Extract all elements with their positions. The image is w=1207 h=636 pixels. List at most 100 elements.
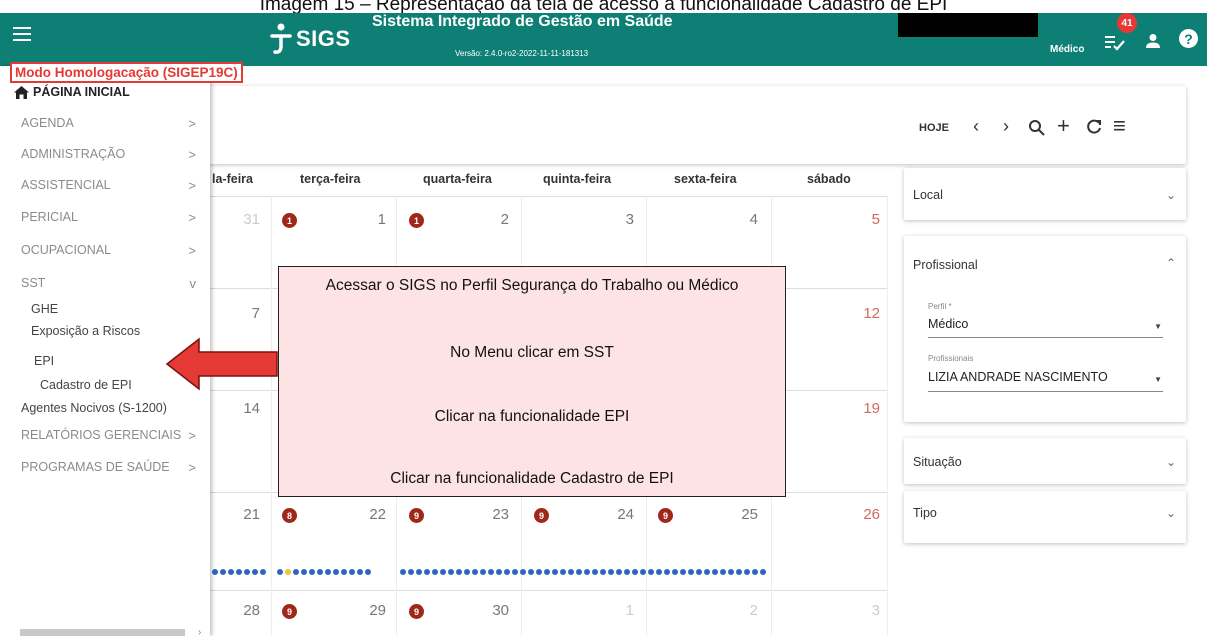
day-number[interactable]: 28 bbox=[240, 602, 260, 619]
event-dot bbox=[244, 569, 250, 575]
event-dot bbox=[400, 569, 406, 575]
day-number[interactable]: 12 bbox=[860, 305, 880, 322]
event-dot bbox=[544, 569, 550, 575]
sidebar-item-label: RELATÓRIOS GERENCIAIS bbox=[21, 428, 182, 442]
event-dot bbox=[664, 569, 670, 575]
sidebar-item-home[interactable]: PÁGINA INICIAL bbox=[14, 85, 130, 99]
day-number[interactable]: 2 bbox=[489, 211, 509, 228]
day-number[interactable]: 3 bbox=[614, 211, 634, 228]
sidebar-item-sst[interactable]: SST v bbox=[21, 276, 196, 291]
day-number[interactable]: 22 bbox=[366, 506, 386, 523]
event-dot bbox=[349, 569, 355, 575]
calendar-toolbar: HOJE ‹ › + ≡ bbox=[203, 86, 1186, 164]
chevron-down-icon[interactable]: ⌄ bbox=[1166, 188, 1176, 202]
sidebar-scrollbar[interactable] bbox=[20, 629, 185, 636]
event-count-badge[interactable]: 9 bbox=[658, 508, 673, 523]
event-dot bbox=[357, 569, 363, 575]
weekday-header: terça-feira bbox=[300, 172, 361, 186]
chevron-down-icon[interactable]: ⌄ bbox=[1166, 506, 1176, 520]
day-number[interactable]: 30 bbox=[489, 602, 509, 619]
today-button[interactable]: HOJE bbox=[919, 122, 949, 134]
filter-tipo[interactable]: Tipo ⌄ bbox=[904, 491, 1186, 543]
sidebar-subitem-agentes-nocivos[interactable]: Agentes Nocivos (S-1200) bbox=[21, 401, 167, 415]
sidebar-item-pericial[interactable]: PERICIAL > bbox=[21, 210, 196, 225]
user-icon[interactable] bbox=[1145, 33, 1161, 49]
event-count-badge[interactable]: 9 bbox=[409, 508, 424, 523]
event-dot bbox=[712, 569, 718, 575]
event-dot bbox=[720, 569, 726, 575]
next-icon[interactable]: › bbox=[1003, 116, 1009, 137]
sidebar-item-ocupacional[interactable]: OCUPACIONAL > bbox=[21, 243, 196, 258]
prev-icon[interactable]: ‹ bbox=[973, 116, 979, 137]
sidebar-item-administracao[interactable]: ADMINISTRAÇÃO > bbox=[21, 147, 196, 162]
filter-situacao-title: Situação bbox=[913, 455, 962, 469]
day-number[interactable]: 29 bbox=[366, 602, 386, 619]
day-number[interactable]: 1 bbox=[366, 211, 386, 228]
sidebar-item-agenda[interactable]: AGENDA > bbox=[21, 116, 196, 131]
instruction-callout: Acessar o SIGS no Perfil Segurança do Tr… bbox=[278, 266, 786, 497]
day-number[interactable]: 5 bbox=[860, 211, 880, 228]
help-icon[interactable]: ? bbox=[1179, 29, 1198, 48]
event-dot bbox=[252, 569, 258, 575]
event-dots bbox=[400, 569, 766, 576]
weekday-header: quinta-feira bbox=[543, 172, 612, 186]
scroll-right-icon[interactable]: › bbox=[198, 627, 201, 636]
day-number[interactable]: 24 bbox=[614, 506, 634, 523]
event-dot bbox=[560, 569, 566, 575]
event-count-badge[interactable]: 1 bbox=[409, 213, 424, 228]
refresh-icon[interactable] bbox=[1086, 119, 1102, 135]
event-dot bbox=[608, 569, 614, 575]
event-count-badge[interactable]: 8 bbox=[282, 508, 297, 523]
caret-down-icon[interactable]: ▼ bbox=[1154, 322, 1162, 331]
event-dot bbox=[760, 569, 766, 575]
perfil-select[interactable]: Médico bbox=[928, 317, 968, 331]
event-count-badge[interactable]: 9 bbox=[534, 508, 549, 523]
event-dot bbox=[752, 569, 758, 575]
event-dot bbox=[341, 569, 347, 575]
sidebar-item-programas[interactable]: PROGRAMAS DE SAÚDE > bbox=[21, 460, 196, 475]
search-icon[interactable] bbox=[1028, 119, 1045, 136]
day-number[interactable]: 14 bbox=[240, 400, 260, 417]
caret-down-icon[interactable]: ▼ bbox=[1154, 375, 1162, 384]
day-number[interactable]: 23 bbox=[489, 506, 509, 523]
event-count-badge[interactable]: 9 bbox=[409, 604, 424, 619]
chevron-down-icon[interactable]: ⌄ bbox=[1166, 455, 1176, 469]
chevron-up-icon[interactable]: ⌃ bbox=[1166, 256, 1176, 270]
event-dot bbox=[632, 569, 638, 575]
day-number[interactable]: 25 bbox=[738, 506, 758, 523]
sidebar-item-label: PÁGINA INICIAL bbox=[33, 85, 130, 99]
event-dot bbox=[520, 569, 526, 575]
notification-list-icon[interactable] bbox=[1104, 32, 1126, 52]
event-count-badge[interactable]: 9 bbox=[282, 604, 297, 619]
sidebar-subitem-cadastro-epi[interactable]: Cadastro de EPI bbox=[40, 378, 132, 392]
sidebar-subitem-exposicao-riscos[interactable]: Exposição a Riscos bbox=[31, 324, 140, 338]
day-number[interactable]: 1 bbox=[614, 602, 634, 619]
menu-icon[interactable] bbox=[13, 27, 31, 43]
filter-local[interactable]: Local ⌄ bbox=[904, 168, 1186, 220]
app-version: Versão: 2.4.0-ro2-2022-11-11-181313 bbox=[455, 49, 589, 58]
notification-count-badge: 41 bbox=[1117, 13, 1137, 33]
sidebar-item-assistencial[interactable]: ASSISTENCIAL > bbox=[21, 178, 196, 193]
sidebar-subitem-ghe[interactable]: GHE bbox=[31, 302, 58, 316]
day-number[interactable]: 3 bbox=[860, 602, 880, 619]
day-number[interactable]: 31 bbox=[240, 211, 260, 228]
logo-text: SIGS bbox=[296, 26, 351, 51]
chevron-right-icon: > bbox=[188, 116, 196, 131]
event-count-badge[interactable]: 1 bbox=[282, 213, 297, 228]
day-number[interactable]: 7 bbox=[240, 305, 260, 322]
profissionais-select[interactable]: LIZIA ANDRADE NASCIMENTO bbox=[928, 370, 1108, 384]
event-dot bbox=[592, 569, 598, 575]
sidebar-subitem-epi[interactable]: EPI bbox=[34, 354, 54, 368]
day-number[interactable]: 19 bbox=[860, 400, 880, 417]
sidebar-item-relatorios[interactable]: RELATÓRIOS GERENCIAIS > bbox=[21, 428, 196, 443]
filter-situacao[interactable]: Situação ⌄ bbox=[904, 438, 1186, 484]
day-number[interactable]: 26 bbox=[860, 506, 880, 523]
sigs-logo: SIGS bbox=[270, 19, 351, 59]
add-icon[interactable]: + bbox=[1057, 113, 1070, 139]
calendar-menu-icon[interactable]: ≡ bbox=[1113, 113, 1126, 139]
event-dot bbox=[496, 569, 502, 575]
day-number[interactable]: 4 bbox=[738, 211, 758, 228]
day-number[interactable]: 21 bbox=[240, 506, 260, 523]
weekday-header: quarta-feira bbox=[423, 172, 492, 186]
day-number[interactable]: 2 bbox=[738, 602, 758, 619]
